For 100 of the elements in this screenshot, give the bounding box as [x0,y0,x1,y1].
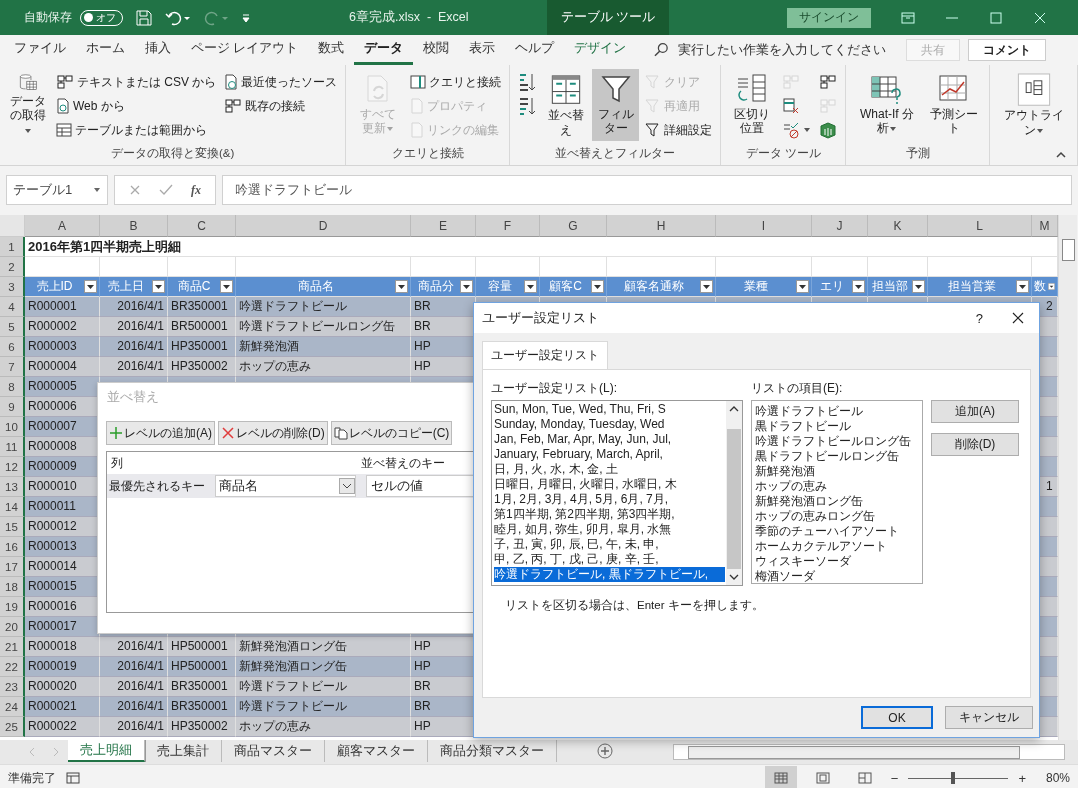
macro-record-icon[interactable] [66,771,80,785]
scroll-down-icon[interactable] [729,573,739,581]
tell-me-field[interactable]: 実行したい作業を入力してください [654,42,895,58]
custom-lists-listbox[interactable] [491,400,743,586]
column-header[interactable]: H [607,215,716,237]
ribbon-button[interactable]: What-If 分析 [852,69,922,141]
list-option[interactable]: Sunday, Monday, Tuesday, Wed [494,417,725,432]
level-button[interactable]: レベルの追加(A) [106,421,215,445]
ribbon-tab[interactable]: 表示 [459,35,506,65]
ribbon-tab[interactable]: 挿入 [135,35,181,65]
ribbon-button[interactable]: 詳細設定 [642,119,714,141]
ribbon-tab[interactable]: デザイン [564,35,637,65]
sheet-tab[interactable]: 売上明細 [68,740,145,762]
filter-dropdown-icon[interactable] [700,280,713,293]
row-header[interactable]: 10 [0,417,25,437]
row-header[interactable]: 9 [0,397,25,417]
list-scrollbar[interactable] [726,401,742,585]
row-header[interactable]: 1 [0,237,25,257]
customize-caret-icon[interactable] [241,11,251,24]
sort-column-dropdown[interactable]: 商品名 [215,475,356,497]
row-header[interactable]: 20 [0,617,25,637]
ribbon-button[interactable]: アウトライン [996,69,1071,141]
row-header[interactable]: 4 [0,297,25,317]
ribbon-button[interactable]: 最近使ったソース [222,71,340,93]
ribbon-button[interactable]: 区切り位置 [726,69,777,141]
close-icon[interactable] [1011,311,1025,325]
zoom-slider-thumb[interactable] [951,772,956,784]
row-header[interactable]: 24 [0,697,25,717]
filter-dropdown-icon[interactable] [796,280,809,293]
row-header[interactable]: 22 [0,657,25,677]
column-header[interactable]: A [25,215,100,237]
column-header[interactable]: C [168,215,236,237]
list-option[interactable]: Sun, Mon, Tue, Wed, Thu, Fri, S [494,402,725,417]
column-header[interactable]: B [100,215,168,237]
sort-level-row[interactable]: 最優先されるキー 商品名 セルの値 [107,474,476,498]
column-header[interactable]: I [716,215,812,237]
row-header[interactable]: 16 [0,537,25,557]
list-option[interactable]: 1月, 2月, 3月, 4月, 5月, 6月, 7月, [494,492,725,507]
vertical-scrollbar[interactable] [1058,215,1077,740]
delete-button[interactable]: 削除(D) [931,433,1019,456]
ribbon-tab[interactable]: 校閲 [413,35,460,65]
filter-dropdown-icon[interactable] [460,280,473,293]
list-option[interactable]: Jan, Feb, Mar, Apr, May, Jun, Jul, [494,432,725,447]
row-header[interactable]: 3 [0,277,25,297]
list-option[interactable]: 甲, 乙, 丙, 丁, 戊, 己, 庚, 辛, 壬, [494,552,725,567]
column-header[interactable]: E [411,215,476,237]
list-option[interactable]: 第1四半期, 第2四半期, 第3四半期, [494,507,725,522]
column-header[interactable]: F [476,215,540,237]
row-header[interactable]: 18 [0,577,25,597]
row-header[interactable]: 17 [0,557,25,577]
ribbon-tab[interactable]: 数式 [308,35,355,65]
list-option[interactable]: January, February, March, April, [494,447,725,462]
column-header[interactable]: L [928,215,1032,237]
ribbon-button[interactable]: テキストまたは CSV から [54,71,219,93]
sheet-tab[interactable]: 商品分類マスター [428,740,557,762]
enter-check-icon[interactable] [159,184,173,196]
filter-dropdown-icon[interactable] [912,280,925,293]
column-header[interactable]: K [868,215,928,237]
add-sheet-icon[interactable] [597,743,613,759]
ribbon-tab[interactable]: ページ レイアウト [181,35,309,65]
column-header[interactable]: J [812,215,868,237]
column-header[interactable]: D [236,215,411,237]
row-header[interactable]: 21 [0,637,25,657]
row-header[interactable]: 12 [0,457,25,477]
ribbon-button[interactable]: 予測シート [925,69,984,141]
formula-field[interactable]: 吟選ドラフトビール [222,175,1072,205]
ribbon-display-icon[interactable] [901,11,916,24]
list-option[interactable]: 吟選ドラフトビール, 黒ドラフトビール, [494,567,725,582]
ribbon-button[interactable]: データの取得 [6,69,50,141]
zoom-out-button[interactable]: − [890,770,899,786]
list-option[interactable]: 睦月, 如月, 弥生, 卯月, 皐月, 水無 [494,522,725,537]
row-header[interactable]: 11 [0,437,25,457]
column-header[interactable]: G [540,215,607,237]
row-header[interactable]: 14 [0,497,25,517]
filter-dropdown-icon[interactable] [84,280,97,293]
ribbon-tab[interactable]: ファイル [4,35,76,65]
sort-key-dropdown[interactable]: セルの値 [366,475,476,497]
list-option[interactable]: 子, 丑, 寅, 卯, 辰, 巳, 午, 未, 申, [494,537,725,552]
zoom-in-button[interactable]: + [1018,770,1026,786]
ribbon-button[interactable]: フィルター [592,69,639,141]
filter-dropdown-icon[interactable] [152,280,165,293]
sheet-tab[interactable]: 商品マスター [222,740,325,762]
filter-dropdown-icon[interactable] [220,280,233,293]
help-button[interactable]: ? [975,310,983,326]
add-button[interactable]: 追加(A) [931,400,1019,423]
sign-in-button[interactable]: サインイン [787,7,872,28]
sheet-tab[interactable]: 顧客マスター [325,740,428,762]
row-header[interactable]: 25 [0,717,25,737]
comment-button[interactable]: コメント [968,39,1047,61]
ok-button[interactable]: OK [861,706,933,729]
view-mode-button[interactable] [764,766,797,788]
ribbon-button[interactable]: 既存の接続 [222,95,340,117]
horizontal-scrollbar[interactable] [673,744,1065,760]
collapse-ribbon-icon[interactable] [1056,151,1066,159]
filter-dropdown-icon[interactable] [591,280,604,293]
scroll-up-icon[interactable] [729,405,739,413]
list-option[interactable]: 日, 月, 火, 水, 木, 金, 土 [494,462,725,477]
row-header[interactable]: 6 [0,337,25,357]
row-header[interactable]: 15 [0,517,25,537]
row-header[interactable]: 7 [0,357,25,377]
